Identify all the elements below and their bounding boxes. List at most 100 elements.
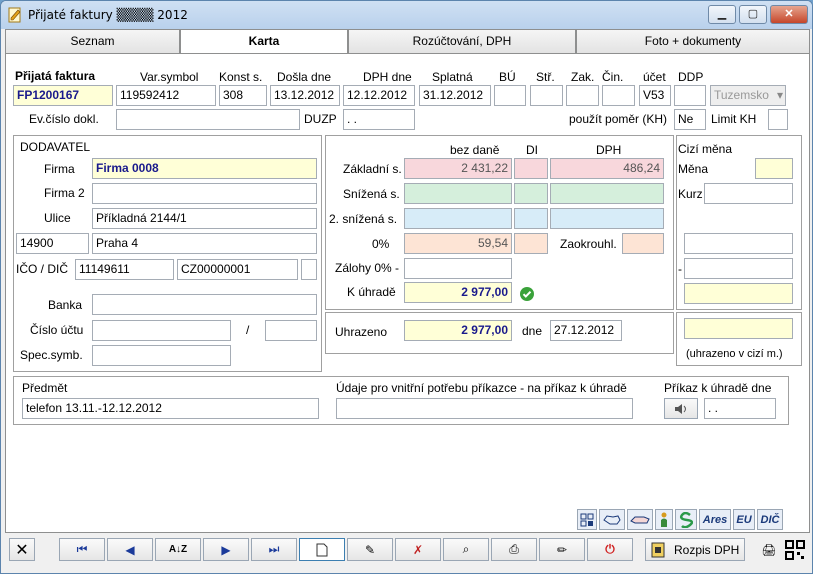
kurz-label: Kurz: [678, 187, 703, 201]
close-button[interactable]: ✕: [770, 5, 808, 24]
tab-rozuctovani[interactable]: Rozúčtování, DPH: [348, 29, 576, 53]
var-symbol-field[interactable]: 119592412: [116, 85, 216, 106]
cz-map-icon[interactable]: [599, 509, 625, 530]
dph-dne-field[interactable]: 12.12.2012: [343, 85, 415, 106]
ico-field[interactable]: 11149611: [75, 259, 174, 280]
qr-code-icon: [785, 539, 805, 560]
zero-rate-di-field[interactable]: [514, 233, 548, 254]
splatna-field[interactable]: 31.12.2012: [419, 85, 491, 106]
delete-record-button[interactable]: ✗: [395, 538, 441, 561]
foreign-dash: -: [678, 262, 682, 276]
dosla-field[interactable]: 13.12.2012: [270, 85, 340, 106]
dic-button[interactable]: DIČ: [757, 509, 783, 530]
konst-field[interactable]: 308: [219, 85, 267, 106]
zakladni-di-field[interactable]: [514, 158, 548, 179]
card-panel: Přijatá faktura Var.symbol Konst s. Došl…: [5, 53, 810, 533]
snizena-di-field[interactable]: [514, 183, 548, 204]
zakladni-label: Základní s.: [343, 162, 402, 176]
maximize-button[interactable]: ▢: [739, 5, 767, 24]
minimize-button[interactable]: ▁: [708, 5, 736, 24]
cin-field[interactable]: [602, 85, 635, 106]
ares-button[interactable]: Ares: [699, 509, 731, 530]
print-button[interactable]: ⎙: [491, 538, 537, 561]
next-record-button[interactable]: ▶: [203, 538, 249, 561]
mesto-field[interactable]: Praha 4: [92, 233, 317, 254]
s-logo-icon[interactable]: [675, 509, 697, 530]
person-icon[interactable]: [655, 509, 673, 530]
zak-field[interactable]: [566, 85, 599, 106]
exit-button[interactable]: ✕: [9, 538, 35, 561]
rozpis-dph-button[interactable]: Rozpis DPH: [645, 538, 745, 561]
snizena2-dph-field[interactable]: [550, 208, 664, 229]
k-uhrade-field[interactable]: 2 977,00: [404, 282, 512, 303]
power-button[interactable]: ⏻: [587, 538, 633, 561]
foreign-amount-field[interactable]: [684, 233, 793, 254]
banka-field[interactable]: [92, 294, 317, 315]
bu-field[interactable]: [494, 85, 526, 106]
tab-karta[interactable]: Karta: [180, 29, 348, 54]
str-field[interactable]: [530, 85, 563, 106]
snizena2-base-field[interactable]: [404, 208, 512, 229]
dic-check-field[interactable]: [301, 259, 317, 280]
foreign-zalohy-field[interactable]: [684, 258, 793, 279]
first-icon: ⏮: [76, 542, 88, 556]
prikaz-date-field[interactable]: . .: [704, 398, 776, 419]
foreign-k-uhrade-field[interactable]: [684, 283, 793, 304]
account-number-field[interactable]: [92, 320, 231, 341]
uhrazeno-field[interactable]: 2 977,00: [404, 320, 512, 341]
ddp-field[interactable]: [674, 85, 706, 106]
qr-grid-icon[interactable]: [577, 509, 597, 530]
new-record-button[interactable]: [299, 538, 345, 561]
snizena-dph-field[interactable]: [550, 183, 664, 204]
mena-field[interactable]: [755, 158, 793, 179]
foreign-paid-field[interactable]: [684, 318, 793, 339]
evc-field[interactable]: [116, 109, 300, 130]
firma-field[interactable]: Firma 0008: [92, 158, 317, 179]
pomer-label: použít poměr (KH): [569, 112, 668, 126]
limit-kh-field[interactable]: [768, 109, 788, 130]
snizena2-di-field[interactable]: [514, 208, 548, 229]
duzp-field[interactable]: . .: [343, 109, 415, 130]
tab-foto[interactable]: Foto + dokumenty: [576, 29, 810, 53]
duzp-label: DUZP: [304, 112, 337, 126]
bank-code-field[interactable]: [265, 320, 317, 341]
uhrazeno-date-field[interactable]: 27.12.2012: [550, 320, 622, 341]
edit-record-button[interactable]: ✎: [347, 538, 393, 561]
scanner-button[interactable]: 🖨: [757, 538, 781, 561]
first-record-button[interactable]: ⏮: [59, 538, 105, 561]
zakladni-base-field[interactable]: 2 431,22: [404, 158, 512, 179]
sort-button[interactable]: A↓Z: [155, 538, 201, 561]
zaokrouhl-field[interactable]: [622, 233, 664, 254]
dic-field[interactable]: CZ00000001: [177, 259, 298, 280]
ico-label: IČO / DIČ: [16, 262, 69, 276]
zalohy-field[interactable]: [404, 258, 512, 279]
rozpis-dph-label: Rozpis DPH: [674, 542, 740, 557]
tab-seznam[interactable]: Seznam: [5, 29, 180, 53]
udaje-field[interactable]: [336, 398, 633, 419]
predmet-label: Předmět: [22, 381, 68, 395]
spec-symb-field[interactable]: [92, 345, 231, 366]
invoice-label: Přijatá faktura: [15, 69, 96, 83]
firma2-field[interactable]: [92, 183, 317, 204]
search-button[interactable]: ⌕: [443, 538, 489, 561]
predmet-field[interactable]: telefon 13.11.-12.12.2012: [22, 398, 319, 419]
invoice-number-field[interactable]: FP1200167: [13, 85, 113, 106]
qr-code-button[interactable]: [783, 538, 807, 561]
uhrazeno-label: Uhrazeno: [335, 325, 388, 339]
zero-rate-field[interactable]: 59,54: [404, 233, 512, 254]
eu-button[interactable]: EU: [733, 509, 755, 530]
ucet-field[interactable]: V53: [639, 85, 671, 106]
zakladni-dph-field[interactable]: 486,24: [550, 158, 664, 179]
last-record-button[interactable]: ⏭: [251, 538, 297, 561]
pomer-field[interactable]: Ne: [674, 109, 706, 130]
snizena-base-field[interactable]: [404, 183, 512, 204]
speaker-button[interactable]: [664, 398, 698, 419]
sk-map-icon[interactable]: [627, 509, 653, 530]
kurz-field[interactable]: [704, 183, 793, 204]
psc-field[interactable]: 14900: [16, 233, 89, 254]
tools-button[interactable]: ✏: [539, 538, 585, 561]
prev-record-button[interactable]: ◀: [107, 538, 153, 561]
ulice-field[interactable]: Příkladná 2144/1: [92, 208, 317, 229]
tuzemsko-select[interactable]: Tuzemsko ▾: [710, 85, 786, 106]
ulice-label: Ulice: [44, 211, 71, 225]
